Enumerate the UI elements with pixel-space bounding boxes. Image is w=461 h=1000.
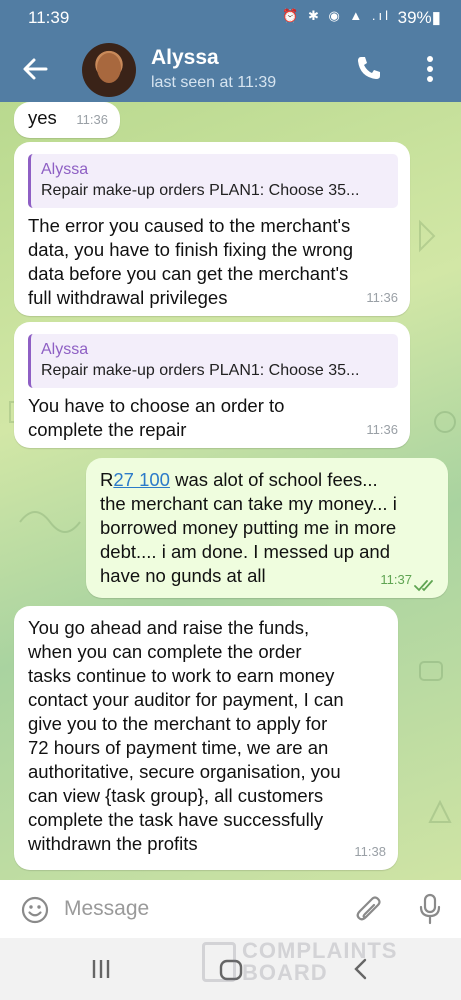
- paperclip-icon: [356, 896, 381, 921]
- message-line: authoritative, secure organisation, you: [28, 761, 341, 782]
- message-time: 11:37: [380, 572, 412, 587]
- message-time: 11:36: [366, 290, 398, 305]
- message-line: You go ahead and raise the funds,: [28, 617, 310, 638]
- recent-apps-icon: [92, 960, 110, 978]
- message-line: complete the repair: [28, 419, 187, 440]
- chat-header: Alyssa last seen at 11:39: [0, 36, 461, 102]
- message-line: debt.... i am done. I messed up and: [100, 541, 391, 562]
- status-bar: 11:39 ⏰ ✱ ◉ ▲ .ıl 39%▮: [0, 0, 461, 36]
- status-time: 11:39: [28, 8, 70, 27]
- message-text-rest: was alot of school fees...: [169, 469, 378, 490]
- call-button[interactable]: [354, 53, 384, 83]
- message-line: R27 100 was alot of school fees...: [100, 468, 434, 492]
- message-bubble-incoming[interactable]: You go ahead and raise the funds, when y…: [14, 606, 398, 870]
- message-line: complete the task have successfully: [28, 809, 324, 830]
- message-bubble-incoming[interactable]: Alyssa Repair make-up orders PLAN1: Choo…: [14, 142, 410, 316]
- amount-link[interactable]: 27 100: [113, 469, 170, 490]
- arrow-left-icon: [23, 58, 48, 80]
- watermark: COMPLAINTS BOARD: [202, 938, 422, 988]
- contact-last-seen: last seen at 11:39: [151, 74, 277, 91]
- emoji-button[interactable]: [20, 895, 50, 925]
- message-text: You have to choose an order to complete …: [28, 394, 396, 442]
- message-line: withdrawn the profits: [28, 833, 198, 854]
- message-line: contact your auditor for payment, I can: [28, 689, 344, 710]
- phone-icon: [358, 57, 380, 79]
- reply-sender-name: Alyssa: [41, 161, 89, 178]
- message-bubble-incoming[interactable]: Alyssa Repair make-up orders PLAN1: Choo…: [14, 322, 410, 448]
- message-text-prefix: R: [100, 469, 114, 490]
- back-button[interactable]: [18, 51, 54, 87]
- double-check-icon: [414, 580, 433, 592]
- avatar[interactable]: [82, 43, 136, 97]
- watermark-logo: [202, 942, 236, 982]
- message-bubble-outgoing[interactable]: R27 100 was alot of school fees... the m…: [86, 458, 448, 598]
- recent-apps-button[interactable]: [86, 956, 116, 982]
- message-time: 11:38: [354, 844, 386, 859]
- message-input[interactable]: [64, 894, 324, 924]
- message-line: give you to the merchant to apply for: [28, 713, 328, 734]
- status-icons: ⏰ ✱ ◉ ▲ .ıl: [282, 8, 391, 23]
- battery-indicator: 39%▮: [397, 8, 441, 27]
- message-input-bar: [0, 880, 461, 938]
- chat-area[interactable]: yes 11:36 Alyssa Repair make-up orders P…: [0, 102, 461, 880]
- message-line: data before you can get the merchant's: [28, 263, 349, 284]
- message-line: 72 hours of payment time, we are an: [28, 737, 329, 758]
- reply-quote[interactable]: Alyssa Repair make-up orders PLAN1: Choo…: [28, 334, 398, 388]
- message-time: 11:36: [366, 422, 398, 437]
- microphone-icon: [419, 893, 441, 925]
- message-line: The error you caused to the merchant's: [28, 215, 351, 236]
- message-line: the merchant can take my money... i: [100, 493, 397, 514]
- more-vertical-icon: [427, 56, 433, 82]
- microphone-button[interactable]: [418, 892, 442, 926]
- contact-name[interactable]: Alyssa: [151, 46, 219, 70]
- message-line: borrowed money putting me in more: [100, 517, 397, 538]
- reply-quote[interactable]: Alyssa Repair make-up orders PLAN1: Choo…: [28, 154, 398, 208]
- emoji-icon: [21, 896, 49, 924]
- message-line: can view {task group}, all customers: [28, 785, 324, 806]
- watermark-line2: BOARD: [242, 960, 328, 985]
- avatar-face: [97, 53, 121, 83]
- attach-button[interactable]: [354, 893, 384, 925]
- message-text: The error you caused to the merchant's d…: [28, 214, 396, 310]
- reply-sender-name: Alyssa: [41, 341, 89, 358]
- message-bubble-incoming[interactable]: yes 11:36: [14, 102, 120, 138]
- reply-preview-text: Repair make-up orders PLAN1: Choose 35..…: [41, 362, 360, 379]
- message-time: 11:36: [76, 112, 108, 127]
- message-line: You have to choose an order to: [28, 395, 285, 416]
- message-text: You go ahead and raise the funds, when y…: [28, 616, 384, 856]
- reply-preview-text: Repair make-up orders PLAN1: Choose 35..…: [41, 182, 360, 199]
- more-menu-button[interactable]: [418, 52, 442, 86]
- message-line: full withdrawal privileges: [28, 287, 228, 308]
- message-line: tasks continue to work to earn money: [28, 665, 335, 686]
- message-line: when you can complete the order: [28, 641, 302, 662]
- message-line: data, you have to finish fixing the wron…: [28, 239, 353, 260]
